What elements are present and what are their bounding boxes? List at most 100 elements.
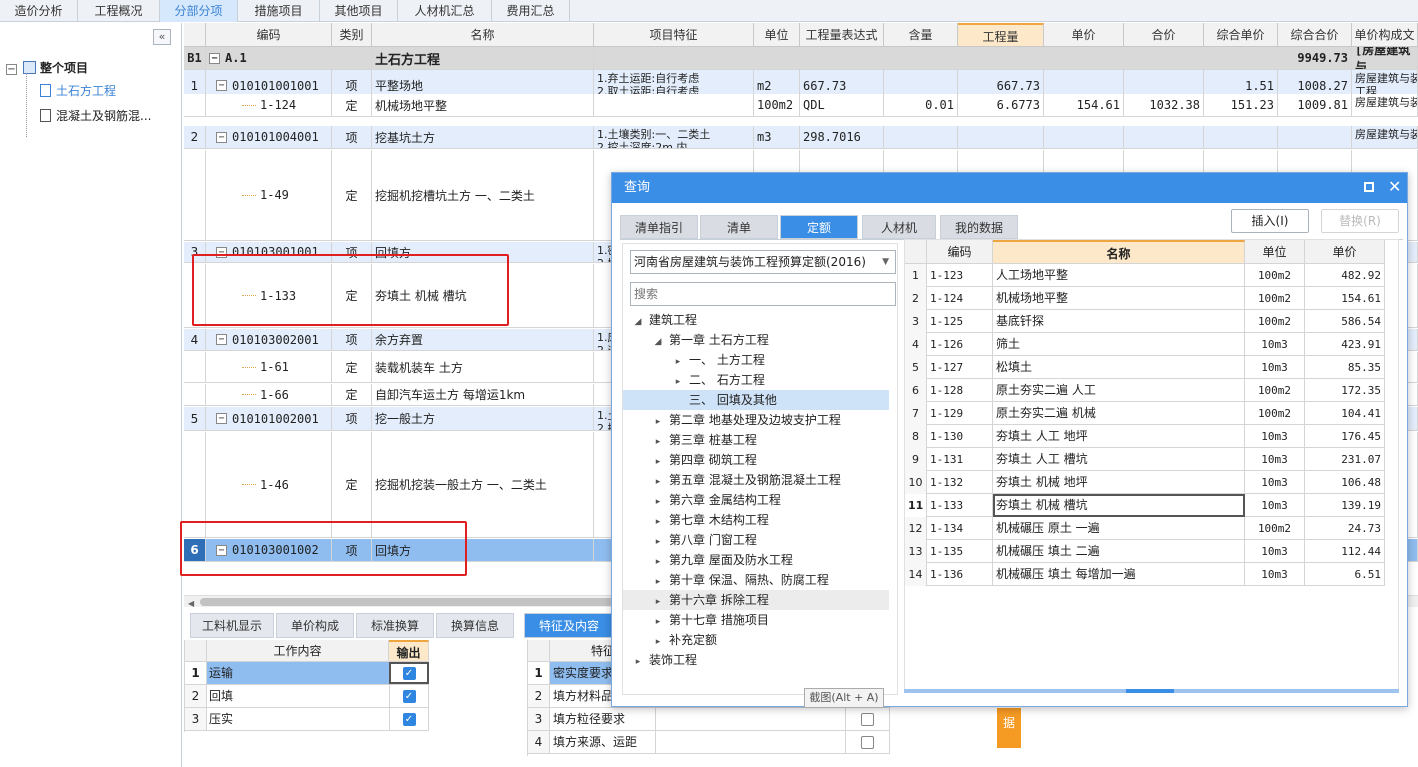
tree-item-earthwork[interactable]: 土石方工程 [40, 82, 116, 99]
tree-root[interactable]: − 整个项目 [6, 59, 88, 76]
col-header-unit[interactable]: 单位 [754, 23, 800, 47]
dialog-tab-bill[interactable]: 清单 [700, 215, 778, 239]
quota-row[interactable]: 7 1-129 原土夯实二遍 机械 100m2 104.41 [905, 402, 1385, 425]
quota-row[interactable]: 9 1-131 夯填土 人工 槽坑 10m3 231.07 [905, 448, 1385, 471]
tree-item-concrete[interactable]: 混凝土及钢筋混... [40, 107, 151, 124]
col-header-total[interactable]: 合价 [1124, 23, 1204, 47]
quota-tree-item[interactable]: ▸ 第十章 保温、隔热、防腐工程 [623, 570, 889, 590]
tab-material-display[interactable]: 工料机显示 [190, 613, 274, 638]
feature-row[interactable]: 3 填方粒径要求 [528, 708, 890, 731]
quota-row[interactable]: 2 1-124 机械场地平整 100m2 154.61 [905, 287, 1385, 310]
quota-row[interactable]: 1 1-123 人工场地平整 100m2 482.92 [905, 264, 1385, 287]
quota-tree-item[interactable]: ▸ 装饰工程 [623, 650, 889, 670]
quota-row[interactable]: 8 1-130 夯填土 人工 地坪 10m3 176.45 [905, 425, 1385, 448]
col-header-feature[interactable]: 项目特征 [594, 23, 754, 47]
tab-price-composition[interactable]: 单价构成 [276, 613, 354, 638]
quota-header-unit[interactable]: 单位 [1245, 240, 1305, 264]
collapsed-arrow-icon[interactable]: ▸ [653, 632, 663, 652]
quota-row[interactable]: 5 1-127 松填土 10m3 85.35 [905, 356, 1385, 379]
quota-tree-item[interactable]: ▸ 第五章 混凝土及钢筋混凝土工程 [623, 470, 889, 490]
quota-tree-item[interactable]: ▸ 第十六章 拆除工程 [623, 590, 889, 610]
quota-row[interactable]: 13 1-135 机械碾压 填土 二遍 10m3 112.44 [905, 540, 1385, 563]
collapsed-arrow-icon[interactable]: ▸ [673, 372, 683, 392]
collapsed-arrow-icon[interactable]: ▸ [653, 572, 663, 592]
bill-item-row[interactable]: 2 −010101004001 项 挖基坑土方 1.土壤类别:一、二类土 2.挖土深度:… [184, 126, 1418, 149]
tab-measures[interactable]: 措施项目 [238, 0, 320, 22]
col-header-code[interactable]: 编码 [206, 23, 332, 47]
quota-header-name[interactable]: 名称 [993, 240, 1245, 264]
quota-sub-row[interactable]: 1-124 定 机械场地平整 100m2 QDL 0.01 6.6773 154.61 1032… [184, 94, 1418, 117]
collapse-icon[interactable]: − [216, 413, 227, 424]
quota-tree-item[interactable]: ▸ 第九章 屋面及防水工程 [623, 550, 889, 570]
quota-row[interactable]: 3 1-125 基底钎探 100m2 586.54 [905, 310, 1385, 333]
quota-tree-item[interactable]: ▸ 补充定额 [623, 630, 889, 650]
col-header-type[interactable]: 类别 [332, 23, 372, 47]
col-header-composition[interactable]: 单价构成文 [1352, 23, 1418, 47]
output-checkbox[interactable] [861, 712, 874, 726]
work-content-row[interactable]: 2 回填 ✓ [185, 685, 429, 708]
maximize-icon[interactable] [1364, 182, 1374, 192]
col-header-qty[interactable]: 工程量 [958, 23, 1044, 47]
quota-tree-item[interactable]: ▸ 第三章 桩基工程 [623, 430, 889, 450]
col-header-expr[interactable]: 工程量表达式 [800, 23, 884, 47]
quota-tree-item[interactable]: ▸ 一、 土方工程 [623, 350, 889, 370]
tab-other-items[interactable]: 其他项目 [320, 0, 398, 22]
work-content-row[interactable]: 1 运输 ✓ [185, 662, 429, 685]
feature-row[interactable]: 4 填方来源、运距 [528, 731, 890, 754]
tab-features-content[interactable]: 特征及内容 [524, 613, 614, 638]
section-row[interactable]: B1 − A.1 土石方工程 9949.73 [房屋建筑与 [184, 47, 1418, 70]
collapsed-arrow-icon[interactable]: ▸ [653, 492, 663, 512]
collapse-panel-icon[interactable]: « [153, 29, 171, 45]
quota-tree-item[interactable]: ▸ 第二章 地基处理及边坡支护工程 [623, 410, 889, 430]
col-header-name[interactable]: 名称 [372, 23, 594, 47]
col-header-content[interactable]: 含量 [884, 23, 958, 47]
scroll-left-icon[interactable]: ◀ [188, 599, 194, 608]
quota-row[interactable]: 10 1-132 夯填土 机械 地坪 10m3 106.48 [905, 471, 1385, 494]
tab-standard-conversion[interactable]: 标准换算 [356, 613, 434, 638]
dialog-tab-quota[interactable]: 定额 [780, 215, 858, 239]
collapsed-arrow-icon[interactable]: ▸ [653, 612, 663, 632]
collapsed-arrow-icon[interactable]: ▸ [633, 652, 643, 672]
dialog-tab-bill-guide[interactable]: 清单指引 [620, 215, 698, 239]
col-header-price[interactable]: 单价 [1044, 23, 1124, 47]
output-checkbox[interactable] [861, 735, 874, 749]
quota-row[interactable]: 4 1-126 筛土 10m3 423.91 [905, 333, 1385, 356]
quota-row[interactable]: 6 1-128 原土夯实二遍 人工 100m2 172.35 [905, 379, 1385, 402]
collapse-icon[interactable]: − [216, 80, 227, 91]
expanded-arrow-icon[interactable]: ◢ [653, 332, 663, 352]
dialog-title-bar[interactable]: 查询 [612, 173, 1407, 203]
quota-header-code[interactable]: 编码 [927, 240, 993, 264]
collapse-icon[interactable]: − [216, 334, 227, 345]
tab-division-items[interactable]: 分部分项 [160, 0, 238, 22]
quota-row[interactable]: 12 1-134 机械碾压 原土 一遍 100m2 24.73 [905, 517, 1385, 540]
work-content-row[interactable]: 3 压实 ✓ [185, 708, 429, 731]
collapsed-arrow-icon[interactable]: ▸ [653, 412, 663, 432]
collapsed-arrow-icon[interactable]: ▸ [653, 592, 663, 612]
quota-tree-item[interactable]: ▸ 第七章 木结构工程 [623, 510, 889, 530]
tab-project-overview[interactable]: 工程概况 [78, 0, 160, 22]
quota-header-price[interactable]: 单价 [1305, 240, 1385, 264]
collapsed-arrow-icon[interactable]: ▸ [653, 532, 663, 552]
tab-conversion-info[interactable]: 换算信息 [436, 613, 514, 638]
quota-row[interactable]: 11 1-133 夯填土 机械 槽坑 10m3 139.19 [905, 494, 1385, 517]
close-icon[interactable]: ✕ [1388, 177, 1401, 196]
replace-button[interactable]: 替换(R) [1321, 209, 1399, 233]
quota-tree-item[interactable]: 三、 回填及其他 [623, 390, 889, 410]
collapse-icon[interactable]: − [209, 52, 220, 64]
side-data-button[interactable]: 据 [997, 708, 1021, 748]
quota-tree-item[interactable]: ◢ 建筑工程 [623, 310, 889, 330]
col-header-unit-price[interactable]: 综合单价 [1204, 23, 1278, 47]
expanded-arrow-icon[interactable]: ◢ [633, 312, 643, 332]
quota-tree-item[interactable]: ▸ 第四章 砌筑工程 [623, 450, 889, 470]
tab-labor-material-summary[interactable]: 人材机汇总 [398, 0, 492, 22]
collapsed-arrow-icon[interactable]: ▸ [653, 552, 663, 572]
collapsed-arrow-icon[interactable]: ▸ [653, 472, 663, 492]
insert-button[interactable]: 插入(I) [1231, 209, 1309, 233]
tab-fee-summary[interactable]: 费用汇总 [492, 0, 570, 22]
quota-search-input[interactable] [630, 282, 896, 306]
col-header-unit-total[interactable]: 综合合价 [1278, 23, 1352, 47]
quota-library-dropdown[interactable]: 河南省房屋建筑与装饰工程预算定额(2016) ▼ [630, 250, 896, 274]
collapse-icon[interactable]: − [6, 64, 17, 75]
output-checkbox[interactable]: ✓ [402, 689, 416, 703]
output-checkbox[interactable]: ✓ [402, 666, 416, 680]
